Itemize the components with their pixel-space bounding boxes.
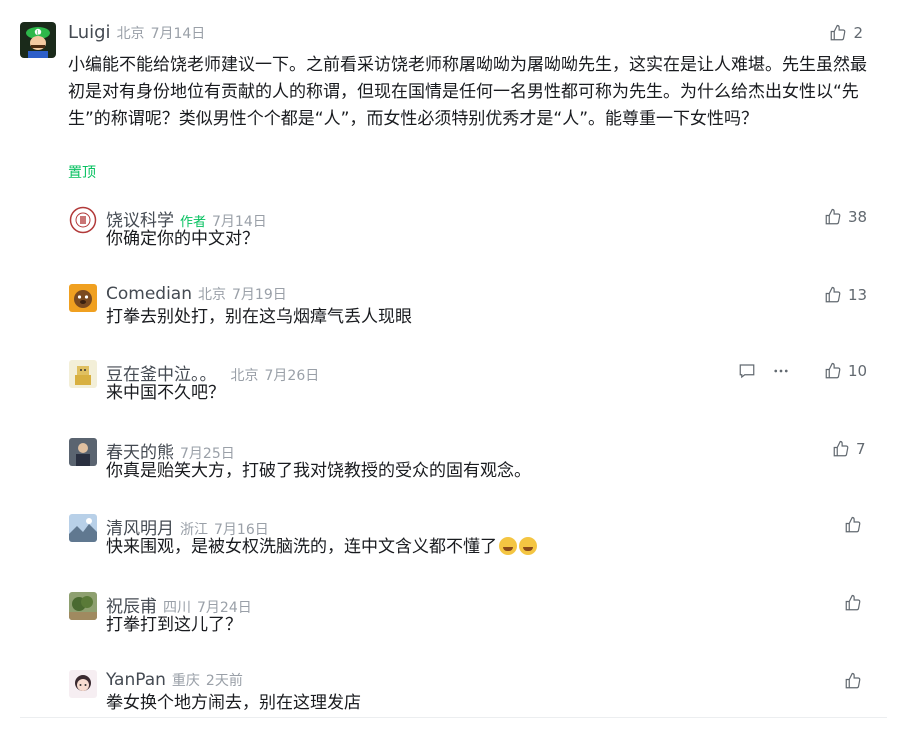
reply-item: 清风明月 浙江 7月16日 快来围观，是被女权洗脑洗的，连中文含义都不懂了 bbox=[0, 508, 907, 586]
comment-text: 小编能不能给饶老师建议一下。之前看采访饶老师称屠呦呦为屠呦呦先生，这实在是让人难… bbox=[68, 55, 867, 129]
like-button[interactable]: 38 bbox=[824, 208, 867, 226]
author-name[interactable]: Luigi bbox=[68, 22, 111, 43]
thumbs-up-icon bbox=[845, 594, 861, 611]
landscape-avatar-icon[interactable] bbox=[69, 514, 97, 542]
reply-text: 你真是贻笑大方，打破了我对饶教授的受众的固有观念。 bbox=[106, 461, 531, 481]
comment-meta: Luigi 北京 7月14日 bbox=[68, 22, 205, 43]
divider bbox=[20, 717, 887, 718]
date: 7月14日 bbox=[150, 26, 206, 42]
date: 7月26日 bbox=[264, 368, 320, 384]
like-button[interactable] bbox=[844, 672, 862, 690]
thumbs-up-icon bbox=[825, 208, 841, 225]
reply-tools bbox=[738, 362, 790, 380]
reply-text-container: 快来围观，是被女权洗脑洗的，连中文含义都不懂了 bbox=[106, 534, 537, 561]
reply-text: 来中国不久吧？ bbox=[106, 383, 225, 403]
like-count: 13 bbox=[848, 286, 868, 304]
tree-avatar-icon[interactable] bbox=[69, 592, 97, 620]
like-button[interactable]: 10 bbox=[824, 362, 867, 380]
location: 北京 bbox=[116, 26, 145, 42]
reply-text: 打拳打到这儿了？ bbox=[106, 615, 242, 635]
date: 2天前 bbox=[205, 673, 243, 689]
luigi-avatar-icon[interactable]: L bbox=[20, 22, 56, 58]
anime-girl-avatar-icon[interactable] bbox=[69, 670, 97, 698]
location: 北京 bbox=[230, 368, 259, 384]
main-comment: L Luigi 北京 7月14日 2 小编能不能给饶老师建议一下。之前看采访饶老… bbox=[0, 0, 907, 190]
thumbs-up-icon bbox=[845, 516, 861, 533]
like-button[interactable]: 7 bbox=[832, 440, 866, 458]
laugh-cry-emoji-icon bbox=[519, 537, 537, 555]
thumbs-up-icon bbox=[825, 362, 841, 379]
reply-item: YanPan 重庆 2天前 拳女换个地方闹去，别在这理发店 bbox=[0, 664, 907, 742]
reply-text: 快来围观，是被女权洗脑洗的，连中文含义都不懂了 bbox=[106, 537, 497, 557]
like-count: 10 bbox=[848, 362, 868, 380]
author-name[interactable]: YanPan bbox=[106, 670, 166, 690]
date: 7月19日 bbox=[232, 287, 287, 303]
reply-item: Comedian 北京 7月19日 13 打拳去别处打，别在这乌烟瘴气丢人现眼 bbox=[0, 278, 907, 356]
comment-icon[interactable] bbox=[738, 362, 756, 380]
dog-avatar-icon[interactable] bbox=[69, 284, 97, 312]
reply-item: 饶议科学 作者 7月14日 38 你确定你的中文对？ bbox=[0, 200, 907, 278]
location: 重庆 bbox=[171, 673, 200, 689]
like-count: 38 bbox=[848, 208, 868, 226]
seal-avatar-icon[interactable] bbox=[69, 206, 97, 234]
reply-item: 祝辰甫 四川 7月24日 打拳打到这儿了？ bbox=[0, 586, 907, 664]
pinned-badge: 置顶 bbox=[68, 165, 96, 181]
like-button[interactable] bbox=[844, 516, 862, 534]
cartoon-avatar-icon[interactable] bbox=[69, 360, 97, 388]
like-count: 7 bbox=[856, 440, 866, 458]
reply-text: 打拳去别处打，别在这乌烟瘴气丢人现眼 bbox=[106, 307, 412, 327]
reply-item: 豆在釜中泣。。 北京 7月26日 10 来中国不久吧？ bbox=[0, 354, 907, 432]
laugh-cry-emoji-icon bbox=[499, 537, 517, 555]
more-icon[interactable] bbox=[772, 362, 790, 380]
like-button[interactable]: 13 bbox=[824, 286, 867, 304]
like-count: 2 bbox=[853, 24, 863, 42]
author-name[interactable]: Comedian bbox=[106, 284, 192, 304]
reply-meta: YanPan 重庆 2天前 bbox=[106, 670, 243, 690]
thumbs-up-icon bbox=[825, 286, 841, 303]
thumbs-up-icon bbox=[845, 672, 861, 689]
location: 北京 bbox=[198, 287, 226, 303]
reply-item: 春天的熊 7月25日 7 你真是贻笑大方，打破了我对饶教授的受众的固有观念。 bbox=[0, 432, 907, 510]
thumbs-up-icon bbox=[833, 440, 849, 457]
thumbs-up-icon bbox=[831, 24, 846, 41]
person-avatar-icon[interactable] bbox=[69, 438, 97, 466]
reply-meta: Comedian 北京 7月19日 bbox=[106, 284, 287, 304]
reply-text: 你确定你的中文对？ bbox=[106, 229, 259, 249]
like-button[interactable] bbox=[844, 594, 862, 612]
reply-text: 拳女换个地方闹去，别在这理发店 bbox=[106, 693, 361, 713]
like-button[interactable]: 2 bbox=[829, 24, 863, 42]
